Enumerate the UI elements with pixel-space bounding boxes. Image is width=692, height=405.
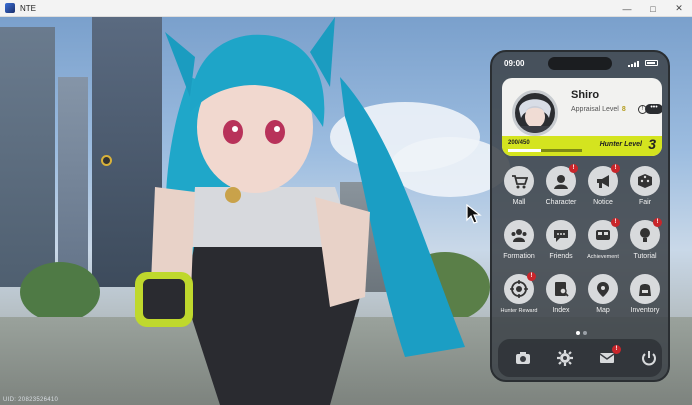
index-icon <box>546 274 576 304</box>
dice-icon <box>630 166 660 196</box>
gear-button[interactable] <box>554 347 576 369</box>
page-dot[interactable] <box>583 331 587 335</box>
phone-notch <box>548 57 612 70</box>
app-label: Formation <box>503 253 535 260</box>
profile-card[interactable]: Shiro Appraisal Level 8 ! ••• 200/450 Hu… <box>502 78 662 156</box>
app-friends-button[interactable]: Friends <box>540 220 582 268</box>
phone-status-bar: 09:00 <box>492 52 668 72</box>
notification-badge: ! <box>569 164 578 173</box>
app-label: Inventory <box>630 307 660 314</box>
backpack-icon <box>630 274 660 304</box>
appraisal-value: 8 <box>621 106 626 113</box>
power-icon <box>642 351 656 366</box>
page-indicator <box>576 331 590 335</box>
app-label: Index <box>552 307 570 314</box>
exp-progress-fill <box>508 149 541 152</box>
app-logo-icon <box>5 3 15 13</box>
map-pin-icon <box>588 274 618 304</box>
app-fair-button[interactable]: Fair <box>624 166 666 214</box>
hunter-level-value: 3 <box>648 136 656 152</box>
achievement-icon: ! <box>588 218 620 250</box>
app-label: Achievement <box>587 254 619 260</box>
window-title: NTE <box>20 3 36 13</box>
target-icon: ! <box>504 272 536 304</box>
player-name: Shiro <box>571 89 600 101</box>
appraisal-level: Appraisal Level 8 <box>571 106 626 113</box>
megaphone-icon: ! <box>588 164 620 196</box>
building <box>58 77 88 277</box>
battery-icon <box>645 60 658 66</box>
gear-icon <box>557 350 573 366</box>
game-window: NTE — □ ✕ UID: 20823526410 09:00 Shiro A… <box>0 0 692 405</box>
avatar <box>512 90 558 136</box>
maximize-button[interactable]: □ <box>640 0 666 17</box>
lightbulb-icon: ! <box>630 218 662 250</box>
formation-icon <box>504 220 534 250</box>
tree <box>20 262 100 322</box>
app-notice-button[interactable]: ! Notice <box>582 164 624 214</box>
app-label: Mall <box>512 199 526 206</box>
notification-badge: ! <box>653 218 662 227</box>
camera-button[interactable] <box>512 347 534 369</box>
avatar-portrait-icon <box>519 99 551 133</box>
signal-icon <box>628 61 639 67</box>
notification-badge: ! <box>612 345 621 354</box>
power-button[interactable] <box>638 347 660 369</box>
phone-dock: ! <box>498 339 662 377</box>
page-dot-active[interactable] <box>576 331 580 335</box>
notification-badge: ! <box>527 272 536 281</box>
app-label: Tutorial <box>633 253 657 260</box>
mouse-cursor-icon <box>466 204 482 224</box>
more-button[interactable]: ••• <box>645 104 662 114</box>
notification-badge: ! <box>611 218 620 227</box>
hunter-level-label: Hunter Level <box>599 141 642 148</box>
hunter-level-bar: 200/450 Hunter Level 3 <box>502 136 662 156</box>
friends-icon <box>546 220 576 250</box>
cart-icon <box>504 166 534 196</box>
app-mall-button[interactable]: Mall <box>498 166 540 214</box>
minimize-button[interactable]: — <box>614 0 640 17</box>
camera-icon <box>516 352 530 364</box>
appraisal-label: Appraisal Level <box>571 106 619 113</box>
app-inventory-button[interactable]: Inventory <box>624 274 666 322</box>
app-label: Friends <box>549 253 573 260</box>
exp-text: 200/450 <box>508 140 530 146</box>
notification-badge: ! <box>611 164 620 173</box>
app-label: Fair <box>638 199 652 206</box>
app-map-button[interactable]: Map <box>582 274 624 322</box>
mail-button[interactable]: ! <box>596 345 621 369</box>
target-reticle-icon <box>101 155 112 166</box>
app-label: Map <box>596 307 610 314</box>
app-label: Character <box>545 199 577 206</box>
close-button[interactable]: ✕ <box>666 0 692 17</box>
title-bar: NTE — □ ✕ <box>0 0 692 17</box>
app-character-button[interactable]: ! Character <box>540 164 582 214</box>
app-achievement-button[interactable]: ! Achievement <box>582 218 624 268</box>
app-hunter-reward-button[interactable]: ! Hunter Reward <box>498 272 540 322</box>
character-icon: ! <box>546 164 578 196</box>
player-uid: UID: 20823526410 <box>3 397 59 403</box>
building <box>0 27 55 287</box>
app-label: Notice <box>593 199 613 206</box>
app-label: Hunter Reward <box>500 308 538 314</box>
app-index-button[interactable]: Index <box>540 274 582 322</box>
app-tutorial-button[interactable]: ! Tutorial <box>624 218 666 268</box>
phone-menu: 09:00 Shiro Appraisal Level 8 ! ••• 200/… <box>490 50 670 382</box>
exp-progress-track <box>508 149 582 152</box>
status-time: 09:00 <box>504 59 525 68</box>
character-illustration <box>135 17 465 405</box>
app-formation-button[interactable]: Formation <box>498 220 540 268</box>
